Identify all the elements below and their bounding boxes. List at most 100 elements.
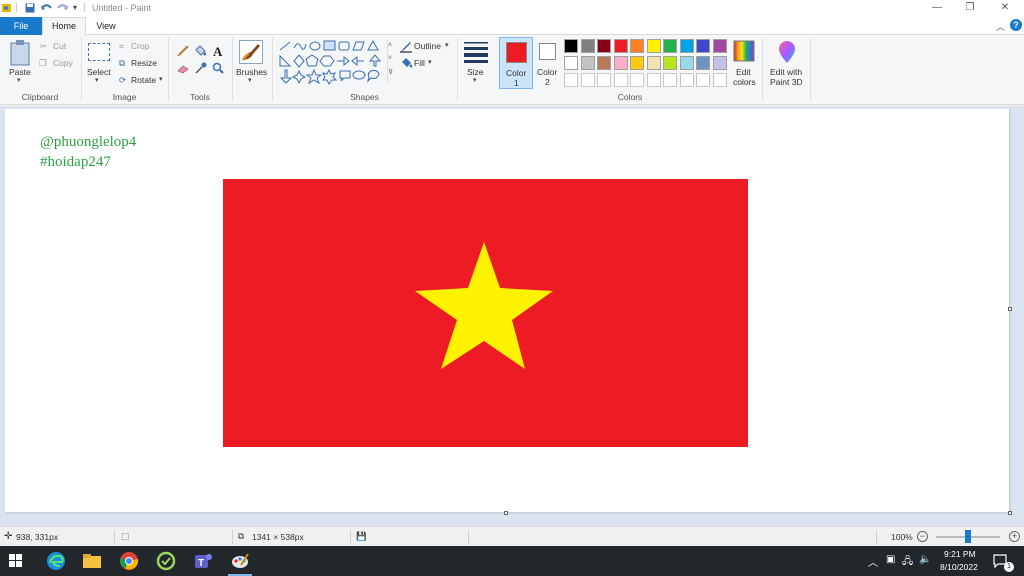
palette-swatch[interactable]	[580, 56, 595, 70]
quick-access-dropdown-icon[interactable]: ▾	[73, 3, 77, 12]
palette-swatch[interactable]	[663, 39, 677, 53]
paste-dropdown-icon[interactable]: ▾	[17, 76, 21, 84]
palette-swatch[interactable]	[580, 39, 595, 53]
palette-empty-slot[interactable]	[663, 73, 677, 87]
copy-button[interactable]: Copy	[53, 58, 73, 68]
palette-swatch[interactable]	[646, 39, 661, 53]
rotate-button[interactable]: Rotate	[131, 75, 156, 85]
shapes-scroll-down-icon[interactable]: ˅	[388, 55, 392, 62]
shapes-more-icon[interactable]: ⊽	[388, 68, 393, 76]
palette-swatch[interactable]	[597, 56, 611, 70]
rotate-dropdown-icon[interactable]: ▾	[159, 75, 163, 83]
select-dropdown-icon[interactable]: ▾	[95, 76, 99, 84]
zoom-out-button[interactable]: −	[917, 531, 928, 542]
edit-colors-icon[interactable]	[733, 40, 755, 62]
windows-start-icon[interactable]	[9, 554, 29, 574]
network-icon[interactable]: 🖧	[902, 554, 913, 571]
eraser-icon[interactable]	[177, 64, 189, 74]
volume-icon[interactable]: 🔈	[919, 554, 931, 565]
color2-number[interactable]: 2	[545, 77, 550, 87]
paint3d-line1[interactable]: Edit with	[770, 67, 802, 77]
cut-icon[interactable]: ✂	[40, 41, 47, 52]
resize-button[interactable]: Resize	[131, 58, 157, 68]
brushes-dropdown-icon[interactable]: ▾	[248, 76, 252, 84]
meet-now-icon[interactable]: ▣	[886, 554, 895, 565]
zoom-in-button[interactable]: +	[1009, 531, 1020, 542]
palette-empty-slot[interactable]	[580, 73, 595, 87]
outline-button[interactable]: Outline	[414, 41, 441, 51]
app-refresh-icon[interactable]	[156, 551, 176, 571]
copy-icon[interactable]: ❐	[39, 58, 47, 69]
redo-icon[interactable]	[57, 3, 68, 13]
color-picker-icon[interactable]	[195, 62, 207, 74]
color2-swatch[interactable]	[539, 43, 556, 60]
palette-swatch[interactable]	[696, 39, 710, 53]
palette-empty-slot[interactable]	[646, 73, 661, 87]
cut-button[interactable]: Cut	[53, 41, 66, 51]
palette-swatch[interactable]	[679, 56, 694, 70]
brushes-icon[interactable]	[239, 40, 263, 64]
palette-empty-slot[interactable]	[696, 73, 710, 87]
magnifier-icon[interactable]	[212, 62, 224, 74]
palette-empty-slot[interactable]	[597, 73, 611, 87]
tray-overflow-icon[interactable]: ︿	[868, 554, 878, 569]
save-icon[interactable]	[25, 3, 35, 13]
close-button[interactable]: ✕	[994, 1, 1016, 15]
canvas-resize-handle-bottom[interactable]	[504, 511, 508, 515]
palette-empty-slot[interactable]	[630, 73, 644, 87]
outline-dropdown-icon[interactable]: ▾	[445, 41, 449, 49]
drawing-canvas[interactable]: @phuonglelop4 #hoidap247	[5, 109, 1009, 512]
paint-taskbar-icon[interactable]	[230, 551, 250, 571]
teams-icon[interactable]: T	[193, 551, 213, 571]
crop-button[interactable]: Crop	[131, 41, 149, 51]
palette-swatch[interactable]	[564, 39, 578, 53]
palette-empty-slot[interactable]	[712, 73, 727, 87]
palette-empty-slot[interactable]	[613, 73, 628, 87]
palette-swatch[interactable]	[564, 56, 578, 70]
tab-file[interactable]: File	[0, 17, 42, 35]
size-icon[interactable]	[464, 41, 488, 63]
edit-colors-line1[interactable]: Edit	[736, 67, 751, 77]
crop-icon[interactable]: ⌗	[119, 41, 124, 52]
palette-swatch[interactable]	[597, 39, 611, 53]
fill-bucket-icon[interactable]	[194, 45, 206, 57]
palette-empty-slot[interactable]	[564, 73, 578, 87]
tab-view[interactable]: View	[86, 17, 126, 35]
undo-icon[interactable]	[41, 3, 52, 13]
size-dropdown-icon[interactable]: ▾	[473, 76, 477, 84]
palette-swatch[interactable]	[630, 56, 644, 70]
select-icon[interactable]	[88, 43, 110, 61]
select-button[interactable]: Select	[87, 67, 111, 77]
palette-swatch[interactable]	[630, 39, 644, 53]
canvas-resize-handle-corner[interactable]	[1008, 511, 1012, 515]
shapes-scroll-up-icon[interactable]: ˄	[388, 42, 392, 49]
outline-icon[interactable]	[400, 41, 412, 53]
file-explorer-icon[interactable]	[82, 551, 102, 571]
palette-swatch[interactable]	[679, 39, 694, 53]
canvas-resize-handle-right[interactable]	[1008, 307, 1012, 311]
zoom-slider-thumb[interactable]	[965, 530, 971, 543]
brushes-button[interactable]: Brushes	[236, 67, 267, 77]
resize-icon[interactable]: ⧉	[119, 58, 125, 69]
fill-icon[interactable]	[400, 57, 412, 69]
palette-swatch[interactable]	[646, 56, 661, 70]
text-tool-icon[interactable]: A	[213, 44, 222, 60]
palette-swatch[interactable]	[613, 56, 628, 70]
minimize-button[interactable]: —	[926, 1, 948, 15]
palette-swatch[interactable]	[712, 39, 727, 53]
restore-button[interactable]: ❐	[959, 1, 981, 15]
fill-button[interactable]: Fill	[414, 58, 425, 68]
clock-time[interactable]: 9:21 PM	[944, 549, 976, 559]
color2-label[interactable]: Color	[537, 67, 557, 77]
collapse-ribbon-icon[interactable]: ︿	[996, 20, 1005, 33]
pencil-icon[interactable]	[177, 45, 189, 57]
paint3d-icon[interactable]	[777, 40, 797, 64]
palette-empty-slot[interactable]	[679, 73, 694, 87]
paste-icon[interactable]	[10, 40, 30, 66]
clock-date[interactable]: 8/10/2022	[940, 562, 978, 572]
color1-selector[interactable]: Color 1	[499, 37, 533, 89]
palette-swatch[interactable]	[613, 39, 628, 53]
palette-swatch[interactable]	[696, 56, 710, 70]
edit-colors-line2[interactable]: colors	[733, 77, 756, 87]
fill-dropdown-icon[interactable]: ▾	[428, 58, 432, 66]
